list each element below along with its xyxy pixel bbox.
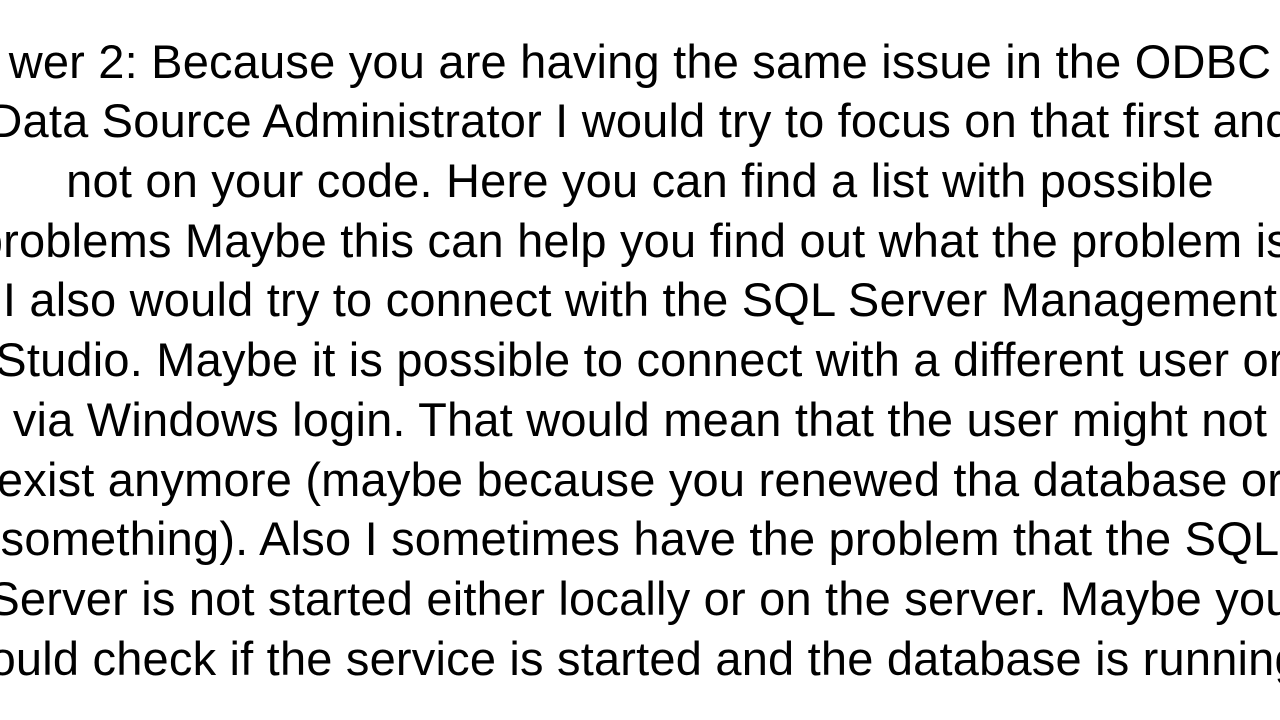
page: wer 2: Because you are having the same i… xyxy=(0,0,1280,720)
answer-body: Because you are having the same issue in… xyxy=(0,35,1280,685)
answer-label: wer 2: xyxy=(9,35,151,88)
answer-text: wer 2: Because you are having the same i… xyxy=(0,32,1280,689)
